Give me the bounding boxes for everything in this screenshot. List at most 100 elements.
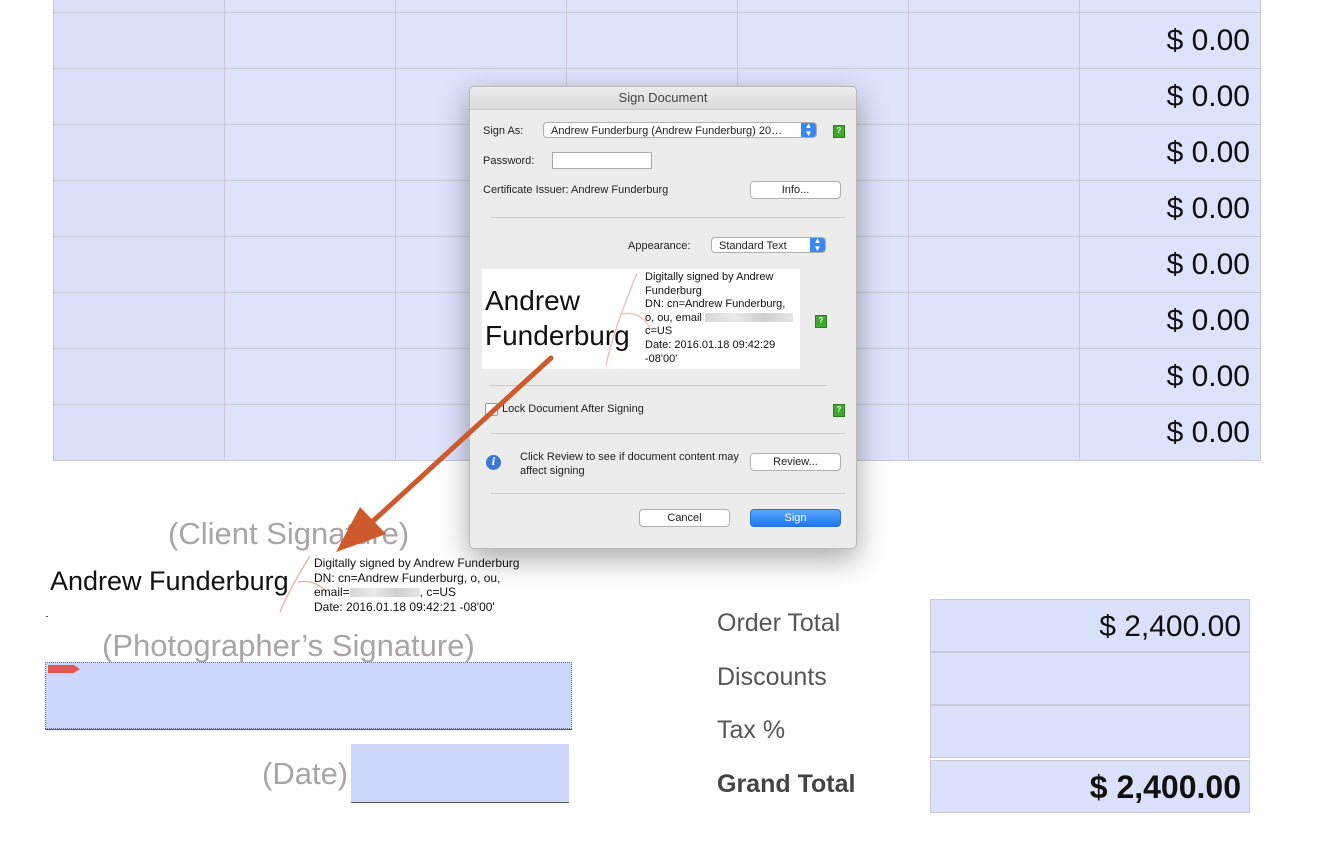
placed-signature-line: Digitally signed by Andrew Funderburg <box>314 556 520 570</box>
signature-underline <box>45 729 572 730</box>
preview-name-line: Funderburg <box>485 320 630 351</box>
sign-document-dialog: Sign Document Sign As: Andrew Funderburg… <box>469 86 857 549</box>
review-text: Click Review to see if document content … <box>520 451 739 477</box>
help-icon[interactable]: ? <box>833 125 845 138</box>
table-cell[interactable] <box>224 404 396 461</box>
table-cell[interactable] <box>908 404 1080 461</box>
cancel-button[interactable]: Cancel <box>639 509 730 527</box>
order-total-label: Order Total <box>717 609 841 637</box>
table-cell[interactable] <box>53 180 225 237</box>
preview-info-email: o, ou, email <box>645 311 702 324</box>
date-label: (Date) <box>262 756 349 791</box>
table-cell[interactable] <box>566 0 738 13</box>
chevron-updown-icon: ▲ ▼ <box>801 123 816 137</box>
table-cell[interactable] <box>53 12 225 69</box>
tax-field[interactable] <box>930 705 1250 758</box>
password-input[interactable] <box>552 152 652 169</box>
table-cell[interactable] <box>224 0 396 13</box>
help-icon[interactable]: ? <box>815 315 827 328</box>
appearance-value: Standard Text <box>719 240 787 252</box>
amount-cell[interactable]: $ 0.00 <box>1079 348 1261 405</box>
date-field[interactable] <box>351 744 569 802</box>
order-total-field[interactable]: $ 2,400.00 <box>930 599 1250 652</box>
placed-signature-line: Date: 2016.01.18 09:42:21 -08'00' <box>314 599 495 614</box>
table-cell[interactable] <box>224 12 396 69</box>
amount-cell[interactable]: $ 0.00 <box>1079 12 1261 69</box>
client-signature-label: (Client Signature) <box>168 516 410 551</box>
table-cell[interactable] <box>53 348 225 405</box>
grand-total-field[interactable]: $ 2,400.00 <box>930 760 1250 813</box>
certificate-issuer-text: Certificate Issuer: Andrew Funderburg <box>483 184 669 196</box>
amount-cell[interactable]: $ 0.00 <box>1079 124 1261 181</box>
table-cell[interactable] <box>395 12 567 69</box>
photographer-signature-label: (Photographer’s Signature) <box>102 628 475 663</box>
table-cell[interactable] <box>908 124 1080 181</box>
preview-info-line: DN: cn=Andrew Funderburg, <box>645 298 786 311</box>
preview-signature-details: Digitally signed by Andrew Funderburg DN… <box>645 271 800 366</box>
table-cell[interactable] <box>224 348 396 405</box>
separator <box>489 385 827 386</box>
table-cell[interactable] <box>737 0 909 13</box>
table-cell[interactable] <box>908 0 1080 13</box>
table-cell[interactable] <box>224 236 396 293</box>
table-cell[interactable] <box>908 348 1080 405</box>
table-row: $ 0.00 <box>53 12 1261 69</box>
sign-button[interactable]: Sign <box>750 509 841 527</box>
placed-signature-name[interactable]: Andrew Funderburg <box>50 566 289 597</box>
signature-preview: Andrew Funderburg Digitally signed by An… <box>482 269 800 369</box>
table-cell[interactable] <box>908 68 1080 125</box>
table-cell[interactable] <box>224 292 396 349</box>
amount-cell[interactable]: $ 0.00 <box>1079 236 1261 293</box>
amount-cell[interactable]: $ 0.00 <box>1079 180 1261 237</box>
amount-cell[interactable]: $ 0.00 <box>1079 68 1261 125</box>
preview-name-line: Andrew <box>485 285 580 316</box>
table-row <box>53 0 1261 13</box>
table-cell[interactable] <box>908 292 1080 349</box>
table-cell[interactable] <box>224 124 396 181</box>
preview-info-line: -08'00' <box>645 352 678 365</box>
discounts-field[interactable] <box>930 652 1250 705</box>
table-cell[interactable] <box>224 68 396 125</box>
help-icon[interactable]: ? <box>833 404 845 417</box>
separator <box>491 433 845 434</box>
amount-cell[interactable]: $ 0.00 <box>1079 292 1261 349</box>
grand-total-label: Grand Total <box>717 770 856 798</box>
dialog-title: Sign Document <box>470 87 856 110</box>
lock-document-checkbox[interactable] <box>485 403 498 416</box>
preview-info-line: Funderburg <box>645 284 702 297</box>
sign-as-select[interactable]: Andrew Funderburg (Andrew Funderburg) 20… <box>543 122 817 138</box>
appearance-label: Appearance: <box>628 240 691 252</box>
amount-cell[interactable]: $ 0.00 <box>1079 404 1261 461</box>
review-button[interactable]: Review... <box>750 453 841 471</box>
password-label: Password: <box>483 155 535 167</box>
table-cell[interactable] <box>53 292 225 349</box>
table-cell[interactable] <box>1079 0 1261 13</box>
table-cell[interactable] <box>53 124 225 181</box>
placed-signature-email-suffix: , c=US <box>419 585 457 599</box>
table-cell[interactable] <box>53 0 225 13</box>
signature-line-tick <box>46 616 48 617</box>
table-cell[interactable] <box>53 236 225 293</box>
table-cell[interactable] <box>53 404 225 461</box>
info-button[interactable]: Info... <box>750 181 841 199</box>
placed-signature-details[interactable]: Digitally signed by Andrew Funderburg DN… <box>314 556 519 614</box>
table-cell[interactable] <box>908 236 1080 293</box>
photographer-signature-field[interactable] <box>45 662 572 729</box>
table-cell[interactable] <box>395 0 567 13</box>
table-cell[interactable] <box>53 68 225 125</box>
table-cell[interactable] <box>224 180 396 237</box>
tax-label: Tax % <box>717 716 786 744</box>
lock-document-label: Lock Document After Signing <box>502 403 644 415</box>
appearance-select[interactable]: Standard Text ▲ ▼ <box>711 237 826 253</box>
table-cell[interactable] <box>566 12 738 69</box>
preview-info-line: o, ou, email <box>645 312 800 326</box>
sign-here-flag-icon[interactable] <box>48 665 80 673</box>
preview-signature-name: Andrew Funderburg <box>485 283 630 353</box>
table-cell[interactable] <box>908 180 1080 237</box>
placed-signature-line: email= , c=US <box>314 585 519 600</box>
sign-as-label: Sign As: <box>483 125 524 137</box>
preview-info-line: Date: 2016.01.18 09:42:29 <box>645 338 776 351</box>
table-cell[interactable] <box>908 12 1080 69</box>
table-cell[interactable] <box>737 12 909 69</box>
preview-info-line: Digitally signed by Andrew <box>645 271 774 283</box>
